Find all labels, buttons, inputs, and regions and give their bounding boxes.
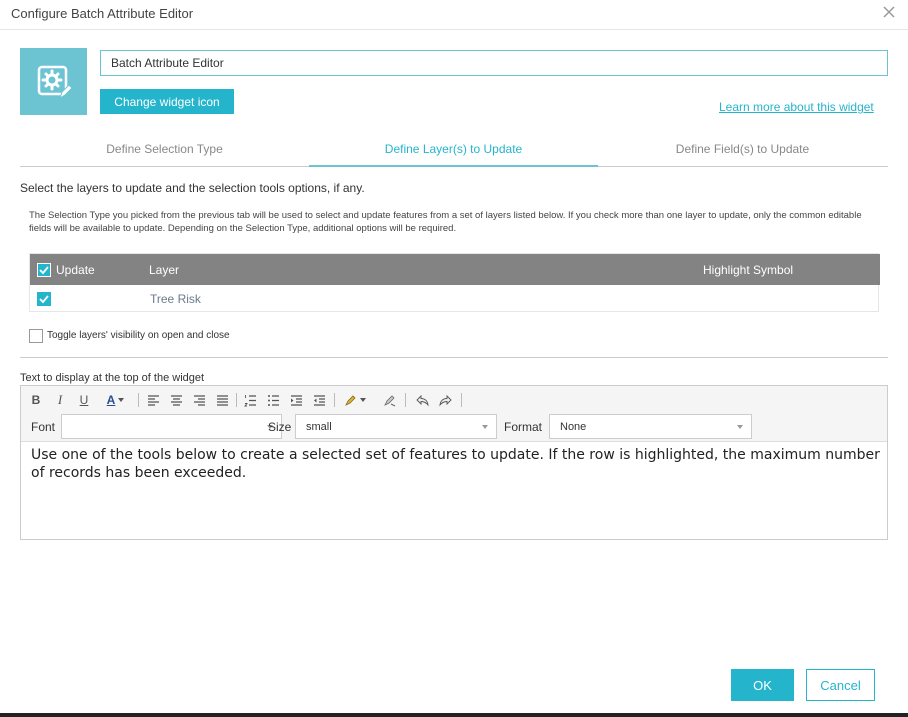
tab-bar: Define Selection Type Define Layer(s) to… <box>20 134 888 167</box>
highlighter-icon <box>344 394 356 406</box>
table-row[interactable]: Tree Risk <box>30 285 880 313</box>
learn-more-link[interactable]: Learn more about this widget <box>719 100 874 114</box>
rich-text-editor: B I U A Font Size small Format None Use … <box>20 385 888 540</box>
editor-label: Text to display at the top of the widget <box>20 372 205 384</box>
size-select-value: small <box>306 421 332 433</box>
remove-format-icon[interactable] <box>381 392 397 408</box>
change-widget-icon-button[interactable]: Change widget icon <box>100 89 234 114</box>
format-label: Format <box>504 420 543 434</box>
toggle-visibility-label: Toggle layers' visibility on open and cl… <box>47 330 230 341</box>
section-divider <box>20 357 888 358</box>
toolbar-separator <box>461 393 462 407</box>
layers-description-text: The Selection Type you picked from the p… <box>29 210 862 234</box>
redo-icon[interactable] <box>437 392 453 408</box>
underline-button[interactable]: U <box>77 392 91 408</box>
numbered-list-icon[interactable] <box>242 392 258 408</box>
font-color-button[interactable]: A <box>102 392 130 408</box>
font-label: Font <box>31 420 56 434</box>
format-select[interactable]: None <box>549 414 752 439</box>
chevron-down-icon <box>737 425 743 429</box>
size-select[interactable]: small <box>295 414 497 439</box>
highlight-color-button[interactable] <box>341 392 369 408</box>
dialog-header: Configure Batch Attribute Editor <box>0 0 908 30</box>
toggle-visibility-checkbox[interactable] <box>29 329 43 343</box>
italic-button[interactable]: I <box>53 392 67 408</box>
chevron-down-icon <box>359 398 366 402</box>
select-all-checkbox[interactable] <box>37 263 51 277</box>
ok-button[interactable]: OK <box>731 669 794 701</box>
outdent-icon[interactable] <box>311 392 327 408</box>
toolbar-separator <box>334 393 335 407</box>
align-justify-icon[interactable] <box>214 392 230 408</box>
layers-intro-text: Select the layers to update and the sele… <box>20 181 365 195</box>
column-header-highlight-symbol: Highlight Symbol <box>703 263 794 277</box>
chevron-down-icon <box>482 425 488 429</box>
row-update-checkbox[interactable] <box>37 292 51 306</box>
tab-define-fields-to-update[interactable]: Define Field(s) to Update <box>598 134 887 167</box>
widget-name-input[interactable] <box>100 50 888 76</box>
chevron-down-icon <box>118 398 125 402</box>
editor-toolbar: B I U A Font Size small Format None <box>21 386 887 442</box>
format-select-value: None <box>560 421 587 433</box>
checkmark-icon <box>39 266 49 275</box>
row-layer-name: Tree Risk <box>150 292 201 306</box>
background-strip <box>0 713 908 717</box>
configure-dialog: Configure Batch Attribute Editor Change … <box>0 0 908 717</box>
indent-icon[interactable] <box>288 392 304 408</box>
toolbar-separator <box>236 393 237 407</box>
editor-content[interactable]: Use one of the tools below to create a s… <box>31 446 881 482</box>
gear-pencil-icon <box>37 65 72 99</box>
align-center-icon[interactable] <box>168 392 184 408</box>
toolbar-separator <box>405 393 406 407</box>
column-header-layer: Layer <box>149 263 180 277</box>
font-color-icon: A <box>106 393 116 407</box>
bullet-list-icon[interactable] <box>265 392 281 408</box>
checkmark-icon <box>39 295 49 304</box>
table-header: Update Layer Highlight Symbol <box>30 254 880 285</box>
size-label: Size <box>268 420 292 434</box>
column-header-update: Update <box>56 263 95 277</box>
font-select[interactable] <box>61 414 282 439</box>
dialog-title: Configure Batch Attribute Editor <box>11 6 194 21</box>
tab-define-layers-to-update[interactable]: Define Layer(s) to Update <box>309 134 598 167</box>
undo-icon[interactable] <box>414 392 430 408</box>
layer-table: Update Layer Highlight Symbol Tree Risk <box>29 253 880 313</box>
close-icon[interactable] <box>882 5 896 19</box>
cancel-button[interactable]: Cancel <box>806 669 875 701</box>
widget-icon <box>20 48 87 115</box>
bold-button[interactable]: B <box>29 392 43 408</box>
align-left-icon[interactable] <box>145 392 161 408</box>
tab-define-selection-type[interactable]: Define Selection Type <box>20 134 309 167</box>
align-right-icon[interactable] <box>191 392 207 408</box>
toolbar-separator <box>138 393 139 407</box>
